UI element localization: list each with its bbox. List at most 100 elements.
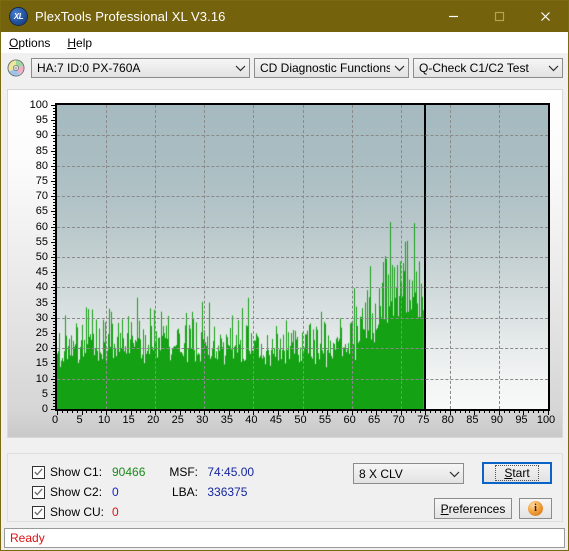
y-axis-labels: 0 5 10 15 20 25 30 35 40 45 50 55 60 65 70 75 80 85 90 95 10… — [8, 99, 53, 415]
y-minor-tick — [53, 141, 55, 143]
y-tick — [51, 257, 55, 258]
x-tick — [277, 411, 279, 415]
function-select[interactable]: CD Diagnostic Functions — [254, 58, 409, 78]
application-window: XL PlexTools Professional XL V3.16 Optio… — [0, 0, 569, 551]
y-tick-label: 65 — [35, 205, 48, 218]
x-minor-tick — [415, 411, 417, 413]
function-select-value: CD Diagnostic Functions — [260, 61, 390, 75]
y-tick-label: 25 — [35, 327, 48, 339]
x-minor-tick — [287, 411, 289, 413]
x-minor-tick — [484, 411, 486, 413]
y-minor-tick — [53, 205, 55, 207]
y-minor-tick — [53, 108, 55, 110]
y-minor-tick — [53, 235, 55, 237]
checkbox-show-cu-label: Show CU: — [50, 505, 105, 519]
y-minor-tick — [53, 247, 55, 249]
checkbox-show-cu[interactable] — [32, 505, 45, 519]
maximize-button[interactable] — [476, 1, 522, 32]
close-button[interactable] — [522, 1, 568, 32]
status-text: Ready — [10, 531, 45, 545]
y-tick-label: 95 — [35, 114, 48, 127]
x-minor-tick — [385, 411, 387, 413]
x-tick — [155, 411, 157, 415]
x-minor-tick — [135, 411, 137, 413]
y-minor-tick — [53, 232, 55, 234]
x-minor-tick — [233, 411, 235, 413]
y-tick — [51, 165, 55, 167]
x-tick — [523, 411, 525, 415]
start-button-label: tart — [512, 466, 530, 480]
checkbox-row-show-c2[interactable]: Show C2: 0 — [32, 485, 119, 499]
x-tick — [351, 411, 353, 415]
preferences-button-accel: P — [440, 501, 449, 516]
y-minor-tick — [53, 199, 55, 201]
x-minor-tick — [115, 411, 117, 413]
y-minor-tick — [53, 390, 55, 392]
x-minor-tick — [454, 411, 456, 413]
x-minor-tick — [390, 411, 392, 413]
y-minor-tick — [53, 284, 55, 286]
menu-item-options[interactable]: Options — [1, 34, 59, 52]
y-minor-tick — [53, 244, 55, 246]
checkbox-row-show-c1[interactable]: Show C1: 90466 — [32, 465, 145, 479]
chevron-down-icon — [445, 470, 463, 478]
y-minor-tick — [53, 184, 55, 186]
x-minor-tick — [165, 411, 167, 413]
preferences-button[interactable]: Preferences — [434, 498, 512, 519]
y-minor-tick — [53, 339, 55, 341]
x-minor-tick — [268, 411, 270, 413]
checkbox-row-show-cu[interactable]: Show CU: 0 — [32, 505, 119, 519]
x-minor-tick — [459, 411, 461, 413]
c1-error-bars — [57, 105, 548, 409]
x-minor-tick — [366, 411, 368, 413]
start-button[interactable]: Start — [482, 462, 552, 484]
x-minor-tick — [297, 411, 299, 413]
x-minor-tick — [86, 411, 88, 413]
x-minor-tick — [66, 411, 68, 413]
x-minor-tick — [435, 411, 437, 413]
x-tick-label: 60 — [343, 414, 356, 426]
checkbox-show-c2[interactable] — [32, 485, 45, 499]
info-icon: i — [528, 501, 543, 516]
y-tick-label: 50 — [35, 251, 48, 263]
x-tick-label: 55 — [318, 414, 332, 426]
y-minor-tick — [53, 168, 55, 170]
x-minor-tick — [91, 411, 93, 413]
msf-label: MSF: — [169, 465, 198, 479]
chevron-down-icon — [390, 64, 408, 72]
info-button[interactable]: i — [519, 498, 552, 519]
x-tick — [204, 411, 206, 415]
checkbox-show-c1[interactable] — [32, 465, 45, 479]
y-tick-label: 5 — [41, 387, 48, 400]
x-tick-label: 0 — [51, 414, 59, 426]
menu-item-help[interactable]: Help — [59, 34, 101, 52]
x-minor-tick — [528, 411, 530, 413]
x-minor-tick — [194, 411, 196, 413]
x-tick — [302, 411, 304, 415]
y-minor-tick — [53, 293, 55, 295]
y-tick — [51, 120, 55, 122]
y-minor-tick — [53, 351, 55, 353]
x-tick-label: 95 — [515, 414, 528, 426]
speed-select[interactable]: 8 X CLV — [353, 463, 464, 484]
lba-row: LBA: 336375 — [158, 485, 288, 499]
chevron-down-icon — [231, 64, 249, 72]
y-minor-tick — [53, 275, 55, 277]
y-minor-tick — [53, 263, 55, 265]
y-minor-tick — [53, 174, 55, 176]
y-tick-label: 15 — [35, 357, 48, 370]
y-minor-tick — [53, 117, 55, 119]
x-minor-tick — [189, 411, 191, 413]
x-minor-tick — [346, 411, 348, 413]
y-minor-tick — [53, 177, 55, 179]
drive-select[interactable]: HA:7 ID:0 PX-760A — [31, 58, 250, 78]
x-minor-tick — [430, 411, 432, 413]
test-select[interactable]: Q-Check C1/C2 Test — [413, 58, 563, 78]
x-tick-label: 10 — [97, 414, 111, 426]
minimize-button[interactable] — [430, 1, 476, 32]
x-minor-tick — [479, 411, 481, 413]
window-controls — [430, 1, 568, 32]
y-tick-label: 0 — [41, 403, 48, 415]
x-minor-tick — [150, 411, 152, 413]
x-minor-tick — [263, 411, 265, 413]
